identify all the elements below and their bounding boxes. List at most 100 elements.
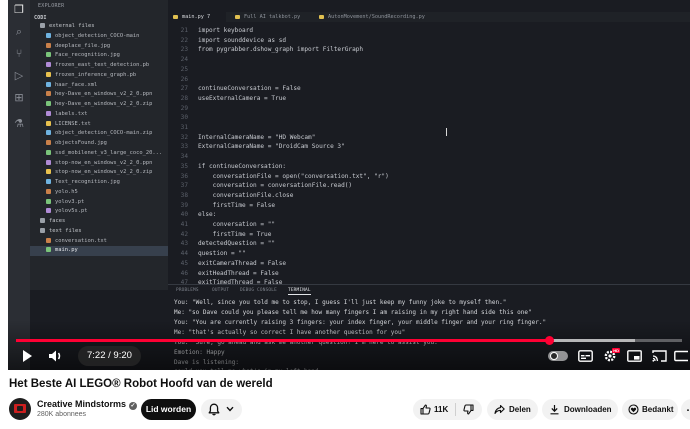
explorer-file-item: stop-now_en_windows_v2_2_0.ppn <box>30 159 168 169</box>
explorer-file-item: Text_recognition.jpg <box>30 178 168 188</box>
explorer-files-icon: ❐ <box>14 3 24 16</box>
explorer-item-label: ssd_mobilenet_v3_large_coco_20... <box>55 149 163 156</box>
explorer-item-label: deeplace_file.jpg <box>55 42 111 49</box>
explorer-item-label: labels.txt <box>55 110 88 117</box>
code-line: 39 firstTime = False <box>168 201 275 211</box>
download-button[interactable]: Downloaden <box>542 399 618 420</box>
explorer-file-item: labels.txt <box>30 110 168 120</box>
editor-tab: main.py 7 <box>168 12 226 22</box>
chevron-down-icon <box>226 406 234 412</box>
explorer-file-item: yolo.h5 <box>30 188 168 198</box>
share-button[interactable]: Delen <box>487 399 538 420</box>
file-icon <box>46 91 51 97</box>
file-icon <box>46 32 51 38</box>
run-debug-icon: ▷ <box>14 69 24 82</box>
hd-badge: HD <box>612 348 620 353</box>
line-number: 36 <box>180 172 188 180</box>
extensions-icon: ⊞ <box>14 91 24 104</box>
file-icon <box>46 247 51 253</box>
thumbs-up-icon <box>420 404 431 415</box>
more-actions-button[interactable]: … <box>681 399 690 420</box>
explorer-file-item: ssd_mobilenet_v3_large_coco_20... <box>30 149 168 159</box>
explorer-item-label: frozen_inference_graph.pb <box>55 71 137 78</box>
code-line: 35 if continueConversation: <box>168 162 286 172</box>
code-text: InternalCameraName = "HD Webcam" <box>198 133 316 141</box>
explorer-item-label: hey-Dave_en_windows_v2_2_0.zip <box>55 101 153 107</box>
explorer-item-label: yolo.h5 <box>55 188 78 195</box>
like-dislike-group: 11K <box>413 399 482 420</box>
line-number: 27 <box>180 85 188 93</box>
channel-name-link[interactable]: Creative Mindstorms ✓ <box>37 399 138 410</box>
explorer-file-item: haar_face.xml <box>30 81 168 91</box>
explorer-item-label: haar_face.xml <box>55 81 98 88</box>
settings-button[interactable]: HD <box>599 345 621 367</box>
explorer-item-label: text files <box>49 227 82 234</box>
file-icon <box>46 81 51 87</box>
subtitles-icon <box>577 350 593 362</box>
source-control-icon: ⑂ <box>15 47 23 60</box>
autoplay-toggle[interactable] <box>548 351 568 361</box>
explorer-file-item: hey-Dave_en_windows_v2_2_0.ppn <box>30 90 168 100</box>
download-icon <box>550 405 559 415</box>
like-count: 11K <box>434 405 449 414</box>
dislike-button[interactable] <box>456 399 482 420</box>
code-text: exitHeadThread = False <box>198 269 279 277</box>
join-button[interactable]: Lid worden <box>141 399 196 420</box>
progress-played <box>16 339 550 342</box>
code-text: from pygrabber.dshow_graph import Filter… <box>198 46 364 54</box>
code-line: 46 exitHeadThread = False <box>168 269 279 279</box>
explorer-item-label: external files <box>49 23 95 29</box>
theater-icon <box>674 350 688 362</box>
channel-logo <box>14 404 26 413</box>
explorer-folder-item: text files <box>30 227 168 237</box>
subtitles-button[interactable] <box>574 345 596 367</box>
cast-button[interactable] <box>648 345 670 367</box>
explorer-item-label: frozen_east_text_detection.pb <box>55 62 150 68</box>
share-icon <box>494 404 505 414</box>
text-cursor-icon <box>446 128 448 136</box>
code-line: 21 import keyboard <box>168 26 253 36</box>
line-number: 25 <box>180 65 188 73</box>
explorer-file-item: frozen_east_text_detection.pb <box>30 61 168 71</box>
explorer-title: EXPLORER <box>38 3 65 9</box>
file-icon <box>46 188 51 194</box>
youtube-watch-page: ❐ ⌕ ⑂ ▷ ⊞ ⚗ EXPLORER CODI external files… <box>0 0 690 429</box>
video-title: Het Beste AI LEGO® Robot Hoofd van de we… <box>9 378 273 390</box>
explorer-item-label: yolov5s.pt <box>55 208 88 215</box>
channel-avatar[interactable] <box>9 398 31 420</box>
notifications-button[interactable] <box>201 399 242 420</box>
explorer-item-label: main.py <box>55 247 78 254</box>
explorer-item-label: hey-Dave_en_windows_v2_2_0.ppn <box>55 91 153 98</box>
volume-button[interactable] <box>45 345 67 367</box>
explorer-item-label: Text_recognition.jpg <box>55 179 120 185</box>
progress-bar[interactable] <box>16 336 682 345</box>
file-icon <box>46 198 51 204</box>
code-text: firstTime = False <box>198 201 276 209</box>
code-line: 28 useExternalCamera = True <box>168 94 286 104</box>
explorer-file-item: main.py <box>30 246 168 256</box>
like-button[interactable]: 11K <box>413 399 455 420</box>
editor-tab: Full AI talkbot.py <box>230 12 310 22</box>
code-line: 25 <box>168 65 198 75</box>
volume-icon <box>49 350 61 362</box>
miniplayer-button[interactable] <box>623 345 645 367</box>
line-number: 28 <box>180 94 188 102</box>
code-text: else: <box>198 211 217 219</box>
line-number: 45 <box>180 259 188 267</box>
theater-mode-button[interactable] <box>674 345 690 367</box>
code-text: question = "" <box>198 250 246 258</box>
play-button[interactable] <box>16 345 38 367</box>
explorer-file-list: external files object_detection_COCO-main… <box>30 22 168 256</box>
line-number: 37 <box>180 182 188 190</box>
video-player[interactable]: ❐ ⌕ ⑂ ▷ ⊞ ⚗ EXPLORER CODI external files… <box>8 0 690 370</box>
explorer-item-label: Face_recognition.jpg <box>55 52 120 59</box>
explorer-file-item: yolov5s.pt <box>30 207 168 217</box>
code-text: if continueConversation: <box>198 162 287 170</box>
panel-tab-debug-console: DEBUG CONSOLE <box>240 288 277 293</box>
line-number: 40 <box>180 211 188 219</box>
code-line: 23 from pygrabber.dshow_graph import Filt… <box>168 45 363 55</box>
explorer-item-label: stop-now_en_windows_v2_2_0.ppn <box>55 159 153 166</box>
thanks-button[interactable]: Bedankt <box>622 399 678 420</box>
code-text: conversation = conversationFile.read() <box>198 182 353 190</box>
explorer-item-label: stop-now_en_windows_v2_2_0.zip <box>55 169 153 176</box>
